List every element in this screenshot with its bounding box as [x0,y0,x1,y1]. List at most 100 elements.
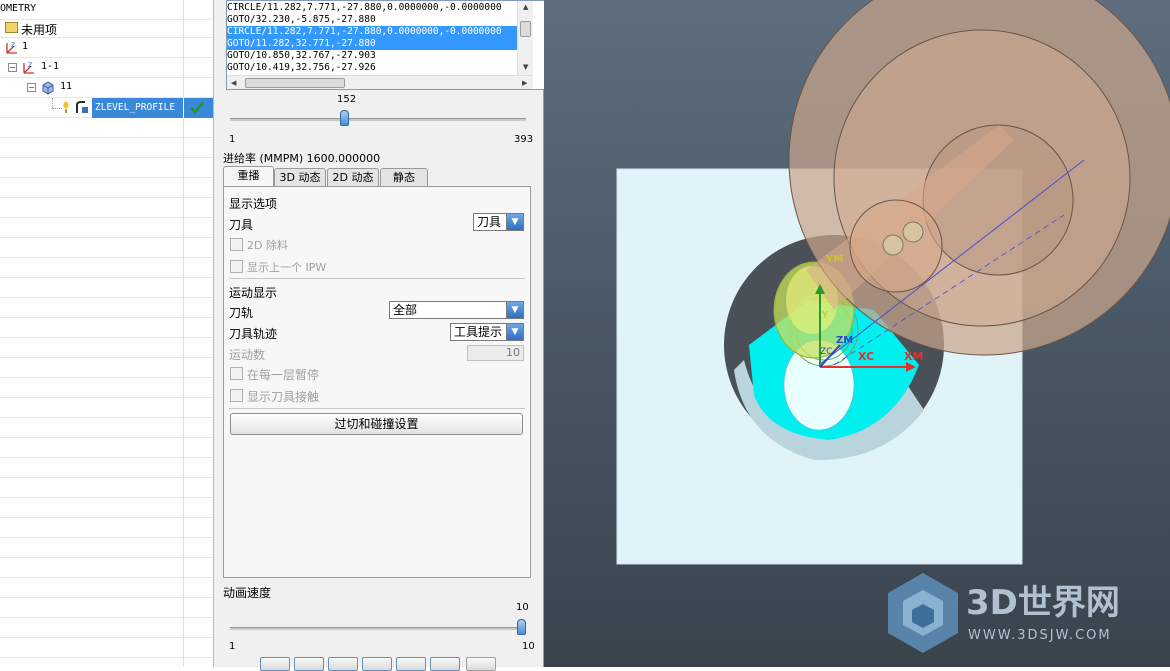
watermark-logo: 3D世界网 WWW.3DSJW.COM [888,573,1120,653]
empty-tree-row [0,178,213,198]
empty-tree-row [0,558,213,578]
animation-speed-slider[interactable] [230,619,526,647]
empty-tree-row [0,618,213,638]
collapse-icon[interactable]: − [27,83,36,92]
empty-tree-row [0,378,213,398]
slider-track [230,118,526,121]
profile-operation-icon [75,101,90,118]
scroll-thumb[interactable] [245,78,345,88]
slider-thumb[interactable] [340,110,349,126]
empty-tree-row [0,518,213,538]
scroll-down-icon[interactable]: ▼ [523,63,528,71]
slider-min: 1 [229,134,236,145]
svg-text:Z: Z [28,62,32,69]
empty-tree-row [0,118,213,138]
toolpath-line-selected[interactable]: CIRCLE/11.282,7.771,-27.880,0.0000000,-0… [227,26,517,38]
trace-select[interactable]: 工具提示 ▼ [450,323,524,341]
tree-row-geometry[interactable]: OMETRY [0,0,213,20]
scroll-right-icon[interactable]: ▶ [522,79,527,87]
axis-label-ym: YM [825,254,843,265]
tree-label: ZLEVEL_PROFILE [95,102,176,113]
empty-tree-row [0,638,213,658]
graphics-viewport[interactable]: YM Y ZM ZC XC XM 3D世界网 WWW.3DSJW.COM [544,0,1170,667]
removal-2d-label: 2D 除料 [247,239,288,252]
pause-each-layer-label: 在每一层暂停 [247,368,320,382]
chevron-down-icon[interactable]: ▼ [506,214,523,230]
tree-row-zlevel-profile[interactable]: ZLEVEL_PROFILE [0,98,213,118]
tree-row-workpiece-11[interactable]: − 11 [0,78,213,98]
tree-row-unused[interactable]: 未用项 [0,18,213,38]
scroll-left-icon[interactable]: ◀ [231,79,236,87]
horizontal-scrollbar[interactable]: ◀ ▶ [227,75,533,89]
display-options-heading: 显示选项 [229,197,278,211]
skip-to-start-button[interactable] [260,657,290,671]
trace-label: 刀具轨迹 [229,327,278,341]
empty-tree-row [0,258,213,278]
empty-tree-row [0,218,213,238]
motion-count-input[interactable]: 10 [467,345,524,361]
play-reverse-button[interactable] [328,657,358,671]
divider [229,278,525,279]
scroll-up-icon[interactable]: ▲ [523,3,528,11]
empty-tree-row [0,458,213,478]
scene: YM Y ZM ZC XC XM 3D世界网 WWW.3DSJW.COM [616,0,1170,653]
skip-to-end-button[interactable] [430,657,460,671]
tab-replay[interactable]: 重播 [223,166,274,187]
vertical-scrollbar[interactable]: ▲ ▼ [517,1,533,75]
stop-button[interactable] [466,657,496,671]
prev-ipw-label: 显示上一个 IPW [247,261,327,274]
collapse-icon[interactable]: − [8,63,17,72]
tree-row-mcs-1-1[interactable]: − Z 1-1 [0,58,213,78]
tab-3d-dynamic[interactable]: 3D 动态 [274,168,326,187]
empty-tree-row [0,298,213,318]
empty-tree-row [0,598,213,618]
svg-text:Z: Z [11,42,15,49]
tree-label: 1-1 [41,61,60,72]
tree-label: 11 [60,81,73,92]
chevron-down-icon[interactable]: ▼ [506,302,523,318]
empty-tree-row [0,658,213,667]
step-forward-button[interactable] [396,657,426,671]
divider [229,408,525,409]
show-tool-contact-checkbox[interactable] [230,389,243,402]
empty-tree-row [0,138,213,158]
toolpath-line[interactable]: CIRCLE/11.282,7.771,-27.880,0.0000000,-0… [227,2,517,14]
tree-row-mcs-1[interactable]: Z 1 [0,38,213,59]
tree-label: OMETRY [0,3,37,14]
empty-tree-row [0,358,213,378]
path-select[interactable]: 全部 ▼ [389,301,524,319]
empty-tree-row [0,318,213,338]
chevron-down-icon[interactable]: ▼ [506,324,523,340]
toolpath-line[interactable]: GOTO/10.850,32.767,-27.903 [227,50,517,62]
toolpath-line[interactable]: GOTO/32.230,-5.875,-27.880 [227,14,517,26]
toolpath-line[interactable]: GOTO/10.419,32.756,-27.926 [227,62,517,74]
step-back-button[interactable] [294,657,324,671]
position-slider[interactable] [230,110,526,138]
tab-2d-dynamic[interactable]: 2D 动态 [327,168,379,187]
empty-tree-row [0,438,213,458]
empty-tree-row [0,538,213,558]
empty-tree-row [0,418,213,438]
slider-current-value: 152 [337,94,357,105]
scroll-thumb[interactable] [520,21,531,37]
play-button[interactable] [362,657,392,671]
coordinate-system-icon: Z [4,40,20,59]
tab-static[interactable]: 静态 [380,168,428,187]
pause-each-layer-checkbox[interactable] [230,367,243,380]
slider-max: 393 [514,134,534,145]
empty-tree-row [0,578,213,598]
tree-label: 1 [22,41,29,52]
gouge-collision-settings-button[interactable]: 过切和碰撞设置 [230,413,523,435]
tree-label: 未用项 [21,23,58,37]
speed-max: 10 [522,641,535,652]
slider-thumb[interactable] [517,619,526,635]
prev-ipw-checkbox[interactable] [230,260,243,273]
path-label: 刀轨 [229,306,254,320]
watermark-title: 3D世界网 [966,583,1120,623]
toolpath-line-selected[interactable]: GOTO/11.282,32.771,-27.880 [227,38,517,50]
motion-count-label: 运动数 [229,348,266,362]
tool-select[interactable]: 刀具 ▼ [473,213,524,231]
empty-tree-row [0,498,213,518]
removal-2d-checkbox[interactable] [230,238,243,251]
motion-display-heading: 运动显示 [229,286,278,300]
